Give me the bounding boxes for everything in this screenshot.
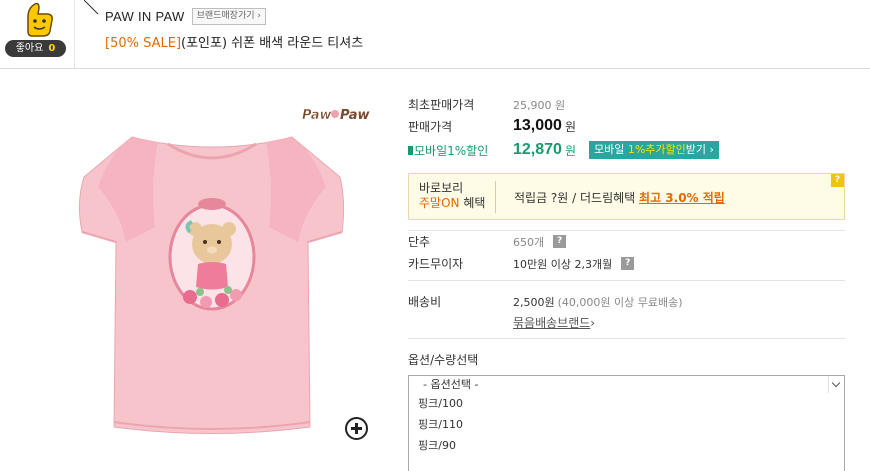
corner-decoration	[84, 0, 99, 15]
points-description: 적립금 ?원 / 더드림혜택 최고 3.0% 적립	[514, 189, 725, 206]
chevron-down-icon[interactable]	[828, 376, 844, 393]
sale-price-label: 판매가격	[408, 119, 453, 134]
mobile-discount-text: 모바일1%할인	[414, 143, 489, 158]
brand-row: PAW IN PAW 브랜드매장가기 ›	[105, 8, 266, 25]
bundle-shipping-link[interactable]: 묶음배송브랜드	[513, 314, 590, 331]
like-count: 0	[48, 43, 56, 54]
mobile-button-suffix: 받기 ›	[685, 143, 714, 156]
divider	[408, 280, 845, 281]
button-count-value: 650개	[513, 235, 545, 249]
product-title-text: (포인포) 쉬폰 배색 라운드 티셔츠	[181, 36, 364, 51]
option-item[interactable]: 핑크/110	[409, 414, 844, 435]
like-box[interactable]: 좋아요 0	[0, 0, 75, 68]
points-box: 바로보리 주말ON 혜택 적립금 ?원 / 더드림혜택 최고 3.0% 적립 ?	[408, 173, 845, 220]
lowest-price-value: 25,900 원	[513, 98, 566, 112]
sale-price-row: 판매가격 13,000 원	[408, 117, 576, 135]
sale-price-value: 13,000	[513, 117, 562, 134]
product-image[interactable]: Paw Paw	[40, 92, 385, 442]
shipping-row: 배송비 2,500원 (40,000원 이상 무료배송)	[408, 293, 683, 310]
divider	[408, 230, 845, 231]
product-title: [50% SALE](포인포) 쉬폰 배색 라운드 티셔츠	[105, 32, 363, 51]
points-max-link[interactable]: 최고 3.0% 적립	[639, 191, 725, 205]
product-header: 좋아요 0 PAW IN PAW 브랜드매장가기 › [50% SALE](포인포…	[0, 0, 870, 69]
zoom-in-icon[interactable]	[345, 417, 368, 440]
like-pill: 좋아요 0	[5, 40, 66, 57]
card-installment-value: 10만원 이상 2,3개월	[513, 257, 613, 271]
option-dropdown-list: 핑크/100 핑크/110 핑크/90	[408, 393, 845, 471]
option-item[interactable]: 핑크/100	[409, 393, 844, 414]
option-title: 옵션/수량선택	[408, 353, 479, 367]
shipping-note: (40,000원 이상 무료배송)	[557, 295, 683, 309]
mobile-price-row: 모바일1%할인 12,870 원 모바일 1%추가할인받기 ›	[408, 141, 719, 159]
lowest-price-row: 최초판매가격 25,900 원	[408, 96, 565, 113]
points-line1: 바로보리	[419, 181, 464, 195]
bundle-shipping-row: 묶음배송브랜드 ›	[513, 314, 595, 331]
mobile-discount-button[interactable]: 모바일 1%추가할인받기 ›	[588, 141, 719, 159]
button-count-row: 단추 650개 ?	[408, 233, 567, 250]
mobile-button-highlight: 1%추가할인	[627, 143, 686, 156]
card-installment-help-icon[interactable]: ?	[621, 257, 635, 270]
points-help-icon[interactable]: ?	[831, 174, 844, 187]
points-line2-suffix: 혜택	[459, 196, 486, 210]
lowest-price-label: 최초판매가격	[408, 98, 475, 112]
mobile-phone-icon	[408, 145, 413, 155]
option-selected-value: - 옵션선택 -	[423, 378, 479, 391]
mobile-price-value: 12,870	[513, 141, 562, 158]
points-desc-text: 적립금 ?원 / 더드림혜택	[514, 191, 640, 205]
option-select[interactable]: - 옵션선택 -	[408, 375, 845, 394]
svg-text:Paw: Paw	[302, 108, 332, 123]
card-installment-row: 카드무이자 10만원 이상 2,3개월 ?	[408, 255, 635, 272]
card-installment-label: 카드무이자	[408, 257, 464, 271]
sale-price-won: 원	[564, 119, 576, 134]
points-weekend-on: 주말ON	[419, 196, 460, 210]
points-badge: 바로보리 주말ON 혜택	[419, 181, 496, 213]
shipping-value: 2,500원	[513, 295, 555, 309]
divider	[408, 338, 845, 339]
brand-name[interactable]: PAW IN PAW	[105, 9, 185, 24]
mobile-button-prefix: 모바일	[593, 143, 628, 156]
mobile-price-won: 원	[564, 143, 576, 158]
thumbs-up-icon	[27, 2, 53, 37]
shipping-label: 배송비	[408, 295, 442, 309]
button-count-label: 단추	[408, 235, 431, 249]
option-item[interactable]: 핑크/90	[409, 435, 844, 456]
svg-text:Paw: Paw	[340, 108, 370, 123]
button-count-help-icon[interactable]: ?	[553, 235, 567, 248]
brand-store-button[interactable]: 브랜드매장가기 ›	[191, 8, 266, 25]
bundle-shipping-arrow: ›	[590, 315, 596, 330]
like-label: 좋아요	[15, 43, 44, 54]
paw-paw-logo-icon: Paw Paw	[302, 108, 371, 124]
mobile-discount-label: 모바일1%할인	[408, 142, 513, 159]
sale-tag: [50% SALE]	[105, 36, 182, 51]
